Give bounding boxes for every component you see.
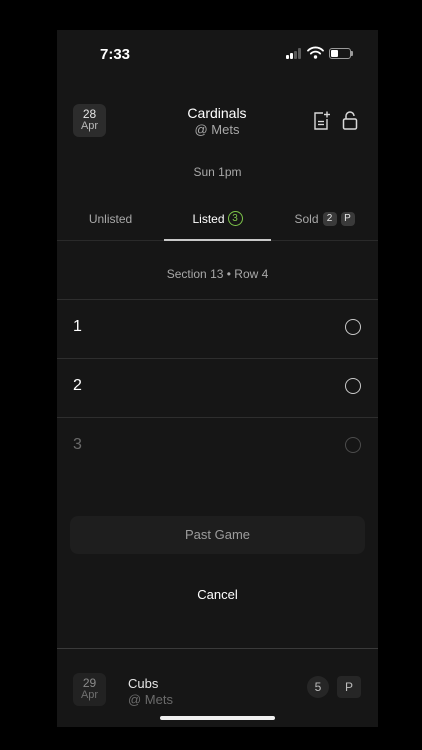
battery-tip: [351, 51, 353, 56]
date-month: Apr: [80, 120, 99, 132]
sold-count-badge: 2: [322, 211, 337, 226]
seat-row[interactable]: 1: [57, 300, 378, 358]
battery-icon: [329, 48, 351, 59]
date-badge: 29 Apr: [73, 673, 106, 706]
signal-icon: [286, 48, 303, 59]
tab-bar: Unlisted Listed 3 Sold 2 P: [57, 208, 378, 240]
tab-label: Unlisted: [88, 211, 133, 226]
game-opponent: @ Mets: [194, 122, 240, 137]
game-title: Cubs: [128, 676, 159, 691]
cancel-button[interactable]: Cancel: [70, 580, 365, 610]
tab-label: Sold: [294, 211, 319, 226]
unlock-icon[interactable]: [342, 111, 358, 130]
sold-p-badge: P: [340, 211, 355, 226]
listed-count-badge: 3: [227, 211, 243, 227]
phone-screen: 7:33 28 Apr Cardinals @ Mets Sun 1pm Unl…: [57, 30, 378, 727]
date-day: 28: [82, 107, 97, 121]
date-day: 29: [82, 676, 97, 690]
seat-radio[interactable]: [345, 378, 361, 394]
wifi-icon: [307, 46, 324, 59]
tab-listed[interactable]: Listed 3: [164, 208, 271, 240]
game-time: Sun 1pm: [193, 165, 242, 179]
tab-sold[interactable]: Sold 2 P: [271, 208, 378, 240]
game-title: Cardinals: [187, 105, 247, 121]
home-indicator[interactable]: [160, 716, 275, 720]
seat-radio[interactable]: [345, 319, 361, 335]
p-badge: P: [337, 676, 361, 698]
status-time: 7:33: [100, 46, 131, 63]
seat-number: 1: [73, 318, 82, 335]
add-note-icon[interactable]: [313, 111, 331, 131]
active-tab-indicator: [164, 239, 271, 241]
seat-number: 3: [73, 436, 82, 453]
battery-level: [331, 50, 338, 57]
section-row-label: Section 13 • Row 4: [166, 267, 269, 281]
past-game-button[interactable]: Past Game: [70, 516, 365, 554]
status-bar: 7:33: [57, 30, 378, 80]
date-month: Apr: [80, 689, 99, 701]
seat-row: 3: [57, 418, 378, 476]
tab-label: Listed: [192, 211, 225, 226]
seat-radio: [345, 437, 361, 453]
tab-unlisted[interactable]: Unlisted: [57, 208, 164, 240]
date-badge: 28 Apr: [73, 104, 106, 137]
ticket-count-badge: 5: [307, 676, 329, 698]
game-opponent: @ Mets: [128, 692, 173, 707]
seat-row[interactable]: 2: [57, 359, 378, 417]
seat-number: 2: [73, 377, 82, 394]
